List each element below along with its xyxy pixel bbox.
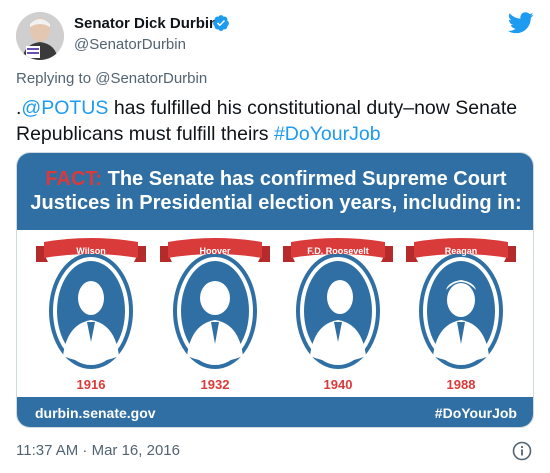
president-year: 1988	[446, 377, 476, 392]
president-portrait-icon	[419, 253, 503, 369]
info-icon[interactable]	[512, 441, 532, 461]
tweet-text: .@POTUS has fulfilled his constitutional…	[16, 95, 536, 147]
card-footer: durbin.senate.gov #DoYourJob	[17, 397, 533, 427]
reply-context: Replying to @SenatorDurbin	[16, 70, 207, 87]
author-name[interactable]: Senator Dick Durbin	[74, 15, 218, 32]
president-year: 1916	[76, 377, 106, 392]
reply-prefix: Replying to	[16, 70, 96, 87]
card-headline: FACT: The Senate has confirmed Supreme C…	[17, 167, 533, 215]
verified-badge-icon	[213, 15, 229, 31]
president-name: F.D. Roosevelt	[307, 246, 369, 256]
author-handle[interactable]: @SenatorDurbin	[74, 36, 186, 53]
potus-mention-link[interactable]: @POTUS	[21, 97, 108, 119]
president-portrait-icon	[296, 253, 380, 369]
card-header: FACT: The Senate has confirmed Supreme C…	[17, 153, 533, 230]
president-year: 1932	[200, 377, 230, 392]
portrait-roosevelt: F.D. Roosevelt 1940	[283, 236, 393, 394]
tweet: Senator Dick Durbin @SenatorDurbin Reply…	[0, 0, 550, 473]
reply-mention-link[interactable]: @SenatorDurbin	[95, 70, 207, 87]
tweet-image-card[interactable]: FACT: The Senate has confirmed Supreme C…	[16, 152, 534, 428]
president-year: 1940	[323, 377, 353, 392]
president-portrait-icon	[173, 253, 257, 369]
president-portrait-icon	[49, 253, 133, 369]
tweet-timestamp[interactable]: 11:37 AM · Mar 16, 2016	[16, 442, 180, 459]
president-name: Wilson	[76, 246, 106, 256]
footer-website: durbin.senate.gov	[35, 405, 156, 421]
portrait-hoover: Hoover 1932	[160, 236, 270, 394]
headline-line-2: Justices in Presidential election years,…	[30, 192, 522, 214]
twitter-bird-icon[interactable]	[508, 12, 534, 34]
headline-line-1: The Senate has confirmed Supreme Court	[102, 168, 507, 190]
hashtag-link[interactable]: #DoYourJob	[274, 123, 381, 145]
portrait-wilson: Wilson 1916	[36, 236, 146, 394]
portrait-reagan: Reagan 1988	[406, 236, 516, 394]
president-name: Hoover	[199, 246, 231, 256]
president-name: Reagan	[444, 246, 478, 256]
avatar[interactable]	[16, 12, 64, 60]
fact-label: FACT:	[45, 168, 103, 190]
footer-hashtag: #DoYourJob	[434, 405, 517, 421]
